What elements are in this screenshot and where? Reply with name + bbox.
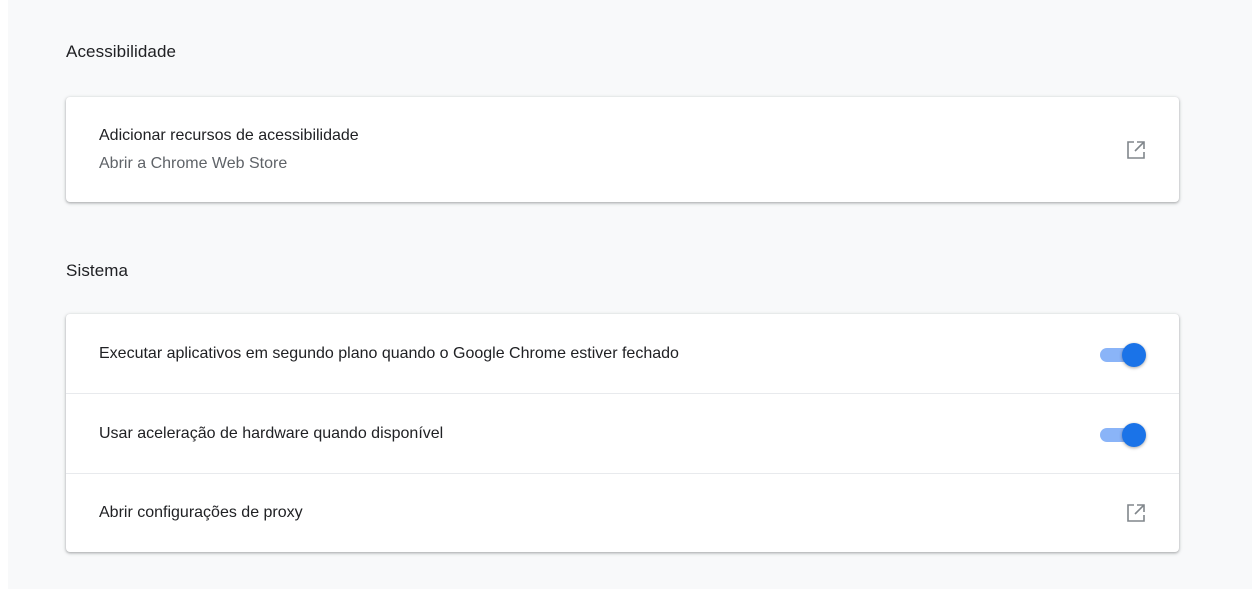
background-apps-toggle[interactable]	[1098, 342, 1148, 367]
settings-page: Acessibilidade Adicionar recursos de ace…	[0, 0, 1252, 589]
row-text: Adicionar recursos de acessibilidade Abr…	[99, 125, 1124, 175]
accessibility-card: Adicionar recursos de acessibilidade Abr…	[66, 97, 1179, 202]
open-in-new-icon[interactable]	[1124, 501, 1148, 525]
proxy-settings-label: Abrir configurações de proxy	[99, 504, 303, 521]
system-card: Executar aplicativos em segundo plano qu…	[66, 314, 1179, 552]
toggle-knob	[1122, 342, 1146, 367]
section-title-system: Sistema	[66, 261, 129, 280]
background-apps-row[interactable]: Executar aplicativos em segundo plano qu…	[66, 314, 1179, 393]
open-in-new-icon[interactable]	[1124, 138, 1148, 162]
section-title-accessibility: Acessibilidade	[66, 42, 177, 61]
row-text: Usar aceleração de hardware quando dispo…	[99, 423, 1098, 445]
hardware-acceleration-row[interactable]: Usar aceleração de hardware quando dispo…	[66, 393, 1179, 473]
row-text: Executar aplicativos em segundo plano qu…	[99, 343, 1098, 365]
open-chrome-web-store-sublabel: Abrir a Chrome Web Store	[99, 154, 288, 172]
hardware-acceleration-label: Usar aceleração de hardware quando dispo…	[99, 424, 444, 442]
proxy-settings-row[interactable]: Abrir configurações de proxy	[66, 473, 1179, 552]
hardware-acceleration-toggle[interactable]	[1098, 422, 1148, 447]
add-accessibility-features-label: Adicionar recursos de acessibilidade	[99, 126, 359, 144]
toggle-knob	[1122, 422, 1146, 447]
row-text: Abrir configurações de proxy	[99, 502, 1124, 524]
background-apps-label: Executar aplicativos em segundo plano qu…	[99, 344, 679, 362]
add-accessibility-features-row[interactable]: Adicionar recursos de acessibilidade Abr…	[66, 97, 1179, 202]
